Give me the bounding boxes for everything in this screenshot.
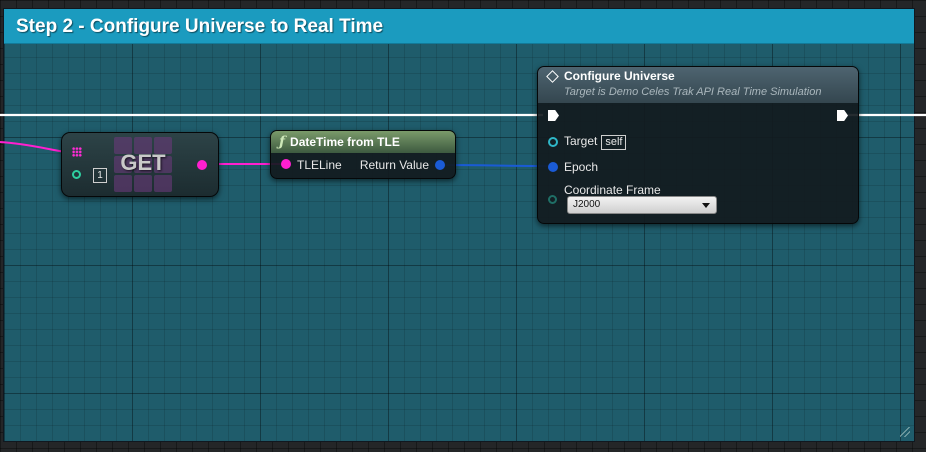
- index-pin[interactable]: [72, 170, 81, 179]
- configure-node-subtitle: Target is Demo Celes Trak API Real Time …: [564, 86, 822, 98]
- event-diamond-icon: [546, 70, 559, 83]
- epoch-label: Epoch: [564, 160, 599, 174]
- configure-node-header[interactable]: Configure Universe Target is Demo Celes …: [538, 67, 858, 103]
- target-label-text: Target: [564, 134, 598, 148]
- return-value-label: Return Value: [359, 158, 429, 172]
- coordinate-frame-dropdown[interactable]: J2000: [567, 196, 717, 214]
- get-output-pin[interactable]: [197, 160, 207, 170]
- function-icon: ƒ: [279, 134, 286, 150]
- tleline-pin[interactable]: [281, 159, 291, 169]
- get-node[interactable]: GET 1: [61, 132, 219, 197]
- datetime-node-header[interactable]: ƒ DateTime from TLE: [271, 131, 455, 153]
- array-wire: [0, 141, 68, 153]
- datetime-from-tle-node[interactable]: ƒ DateTime from TLE TLELine Return Value: [270, 130, 456, 179]
- array-pin-icon[interactable]: [72, 147, 82, 157]
- target-self-box[interactable]: self: [601, 135, 627, 150]
- configure-node-title: Configure Universe: [564, 69, 675, 83]
- coordinate-frame-pin[interactable]: [548, 195, 557, 204]
- coordinate-frame-value: J2000: [573, 199, 601, 210]
- chevron-down-icon: [702, 203, 710, 208]
- epoch-pin[interactable]: [548, 162, 558, 172]
- get-label: GET: [120, 150, 166, 175]
- exec-in-pin[interactable]: [548, 110, 559, 121]
- target-label: Target self: [564, 134, 627, 150]
- target-pin[interactable]: [548, 137, 558, 147]
- exec-out-pin[interactable]: [837, 110, 848, 121]
- coordinate-frame-label: Coordinate Frame: [564, 183, 661, 197]
- tleline-label: TLELine: [297, 158, 342, 172]
- index-input[interactable]: 1: [93, 168, 107, 183]
- return-value-pin[interactable]: [435, 160, 445, 170]
- datetime-node-title: DateTime from TLE: [290, 135, 400, 149]
